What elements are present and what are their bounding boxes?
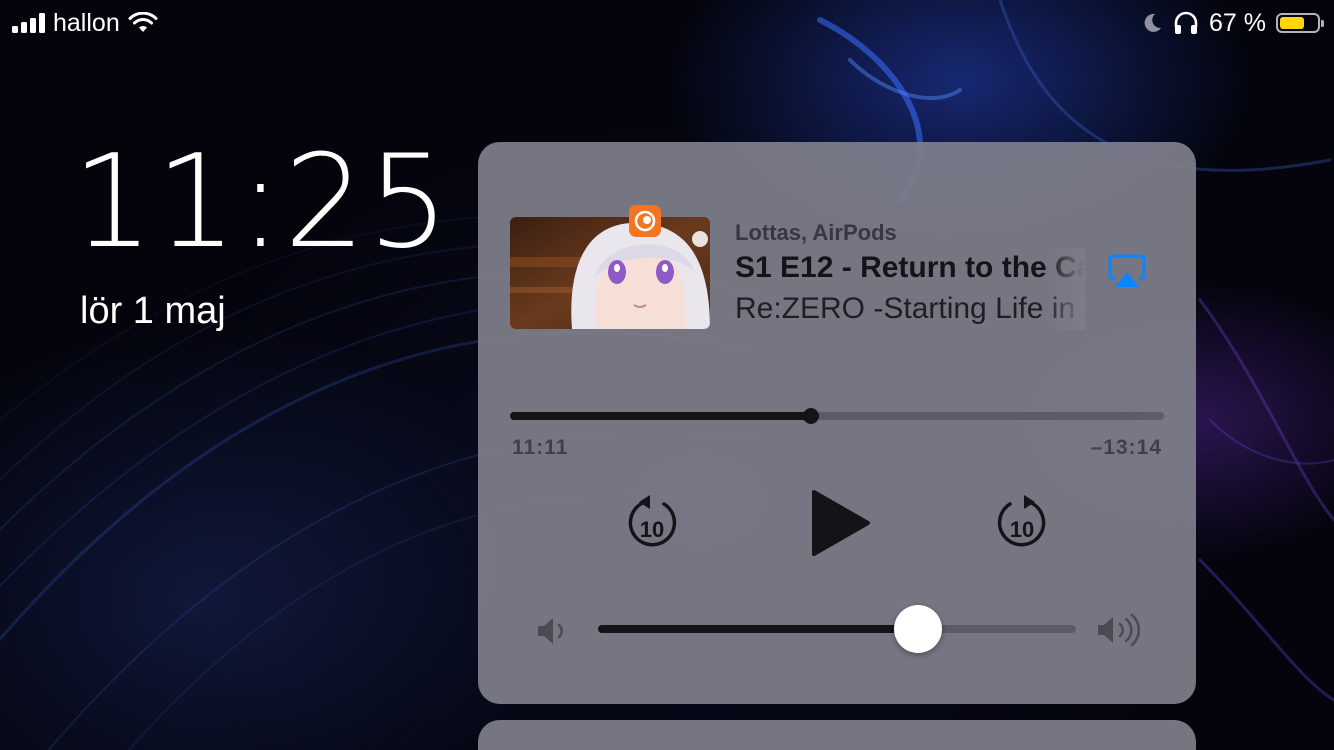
battery-percentage: 67 % bbox=[1209, 8, 1266, 37]
remaining-time: –13:14 bbox=[1090, 436, 1162, 459]
anime-artwork-image bbox=[510, 217, 710, 329]
lock-screen-date: lör 1 maj bbox=[80, 290, 226, 332]
play-button[interactable] bbox=[808, 488, 872, 558]
show-title: Re:ZERO -Starting Life in Another World- bbox=[735, 292, 1085, 325]
volume-knob[interactable] bbox=[894, 605, 943, 653]
next-notification-card[interactable] bbox=[478, 720, 1196, 750]
elapsed-time: 11:11 bbox=[512, 436, 569, 459]
battery-icon bbox=[1276, 13, 1324, 33]
album-artwork[interactable] bbox=[510, 217, 710, 329]
now-playing-info: Lottas, AirPods S1 E12 - Return to the C… bbox=[735, 218, 1085, 330]
headphones-icon bbox=[1174, 11, 1198, 34]
skip-back-button[interactable]: 10 bbox=[624, 492, 680, 554]
now-playing-card[interactable]: Lottas, AirPods S1 E12 - Return to the C… bbox=[478, 142, 1196, 704]
scrubber-progress bbox=[510, 412, 811, 420]
volume-low-icon bbox=[538, 618, 563, 644]
signal-icon bbox=[12, 13, 45, 33]
output-device-label: Lottas, AirPods bbox=[735, 220, 897, 245]
wifi-icon bbox=[128, 12, 158, 32]
skip-forward-button[interactable]: 10 bbox=[994, 492, 1050, 554]
play-icon bbox=[812, 490, 870, 556]
crunchyroll-icon bbox=[629, 205, 661, 237]
status-bar-right: 67 % bbox=[1141, 8, 1324, 38]
battery-level-fill bbox=[1280, 17, 1305, 29]
episode-title: S1 E12 - Return to the Capital bbox=[735, 251, 1085, 284]
scrubber-knob[interactable] bbox=[802, 408, 819, 424]
volume-high-icon bbox=[1098, 613, 1141, 647]
moon-icon bbox=[1144, 13, 1162, 32]
lock-screen-time: 11:25 bbox=[72, 128, 451, 277]
skip-back-seconds: 10 bbox=[640, 517, 664, 542]
playback-scrubber[interactable] bbox=[510, 408, 1164, 424]
carrier-name: hallon bbox=[53, 8, 120, 37]
volume-slider[interactable] bbox=[598, 605, 1076, 653]
skip-forward-seconds: 10 bbox=[1010, 517, 1034, 542]
volume-level bbox=[598, 625, 919, 633]
airplay-icon[interactable] bbox=[1108, 254, 1146, 290]
status-bar-left: hallon bbox=[12, 8, 158, 38]
